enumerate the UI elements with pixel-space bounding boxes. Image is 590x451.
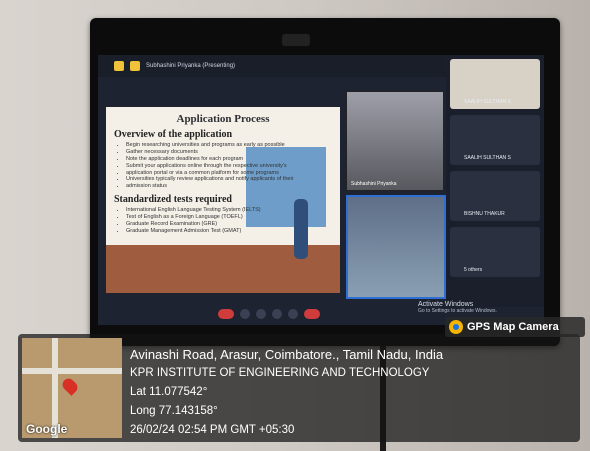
gps-camera-icon [449,320,463,334]
camera-icon[interactable] [256,309,266,319]
gps-info: Avinashi Road, Arasur, Coimbatore., Tami… [130,345,443,440]
mic-icon[interactable] [240,309,250,319]
meeting-controls [218,307,320,321]
participant-tile[interactable]: SAALIH SULTHAN S [450,59,540,109]
video-tile-speaker[interactable] [346,195,446,299]
participant-name: SAALIH SULTHAN S [464,155,511,161]
slide-bullet: Note the application deadlines for each … [126,156,332,163]
present-icon[interactable] [272,309,282,319]
slide-bullet: Universities typically review applicatio… [126,176,332,183]
activate-subtitle: Go to Settings to activate Windows. [418,308,497,314]
participant-name: 5 others [464,267,483,273]
slide-test: International English Language Testing S… [126,207,332,214]
meeting-topbar: Subhashini Priyanka (Presenting) [98,55,454,77]
webcam [282,34,310,46]
slide-tests: International English Language Testing S… [114,207,332,235]
participant-tile[interactable]: BISHNU THAKUR [450,171,540,221]
slide-test: Graduate Management Admission Test (GMAT… [126,228,332,235]
shared-slide: Application Process Overview of the appl… [106,107,340,293]
activate-title: Activate Windows [418,301,474,308]
slide-bullet: Begin researching universities and progr… [126,142,332,149]
menu-icon[interactable] [114,61,124,71]
layout-icon[interactable] [130,61,140,71]
gps-long: Long 77.143158° [130,405,218,417]
map-thumbnail: Google [22,338,122,438]
slide-bullet: admission status [126,183,332,190]
slide-bullet: Gather necessary documents [126,149,332,156]
slide-test: Test of English as a Foreign Language (T… [126,214,332,221]
meeting-screen: Subhashini Priyanka (Presenting) Applica… [98,55,544,325]
gps-datetime: 26/02/24 02:54 PM GMT +05:30 [130,424,295,436]
map-label: Google [26,422,68,436]
end-call-button[interactable] [304,309,320,319]
more-icon[interactable] [288,309,298,319]
slide-bullets: Begin researching universities and progr… [114,142,332,190]
participant-sidebar: SAALIH SULTHAN S SAALIH SULTHAN S BISHNU… [446,55,544,307]
leave-call-icon[interactable] [218,309,234,319]
gps-address: Avinashi Road, Arasur, Coimbatore., Tami… [130,347,444,362]
gps-badge-label: GPS Map Camera [467,321,559,333]
slide-bullet: application portal or via a common platf… [126,170,332,177]
gps-lat: Lat 11.077542° [130,386,208,398]
location-pin-icon [60,376,80,396]
participant-tile[interactable]: 5 others [450,227,540,277]
slide-title: Application Process [176,113,270,125]
slide-bullet: Submit your applications online through … [126,163,332,170]
participant-name: BISHNU THAKUR [464,211,505,217]
participant-tile[interactable]: SAALIH SULTHAN S [450,115,540,165]
slide-test: Graduate Record Examination (GRE) [126,221,332,228]
slide-section-2: Standardized tests required [114,194,232,206]
gps-place: KPR INSTITUTE OF ENGINEERING AND TECHNOL… [130,367,430,379]
participant-name: SAALIH SULTHAN S [464,99,511,105]
video-tile-name: Subhashini Priyanka [351,181,397,187]
video-tile-presenter[interactable]: Subhashini Priyanka [346,91,444,191]
map-road [22,368,122,374]
gps-badge: GPS Map Camera [445,317,585,337]
slide-section-1: Overview of the application [114,129,233,140]
activate-windows-notice: Activate Windows Go to Settings to activ… [418,301,497,314]
presenter-status: Subhashini Priyanka (Presenting) [146,63,236,69]
